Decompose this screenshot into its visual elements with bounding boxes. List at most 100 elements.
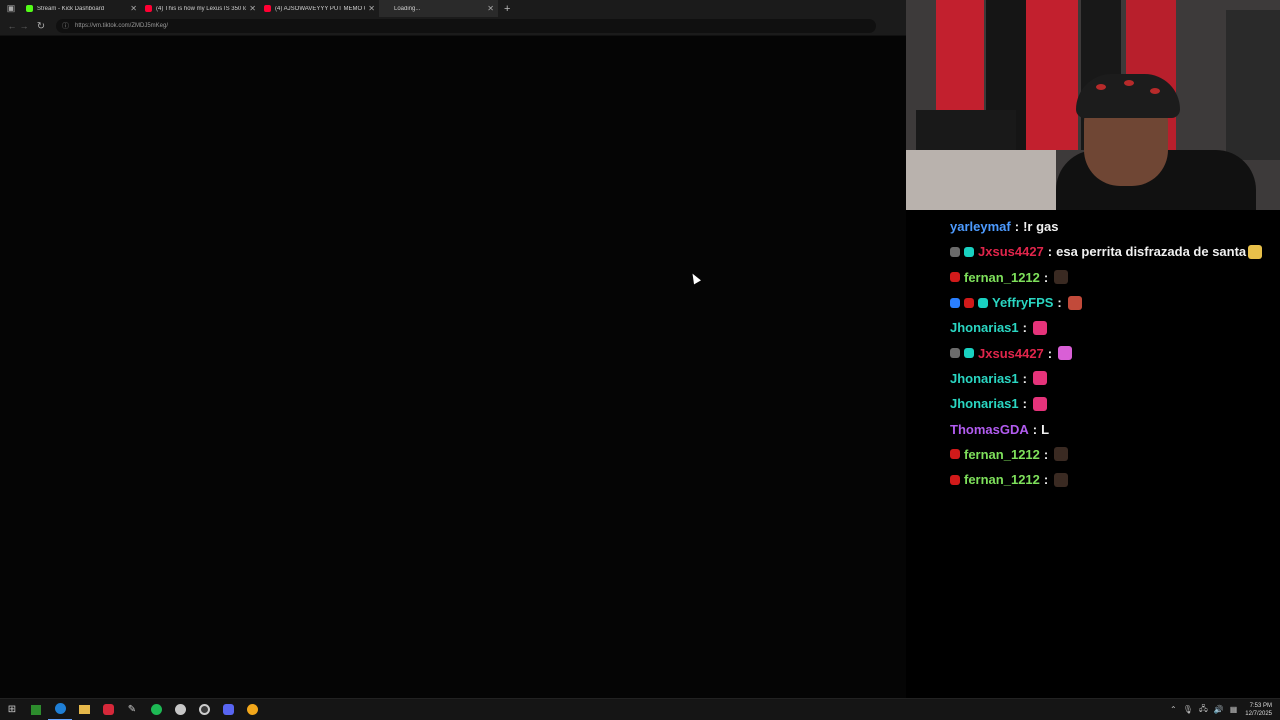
shelf: [916, 110, 1016, 150]
chat-username: ThomasGDA: [950, 421, 1029, 437]
chat-text: L: [1041, 421, 1050, 437]
volume-icon[interactable]: 🔊: [1214, 705, 1224, 714]
chat-separator: :: [1022, 370, 1027, 386]
calendar-icon[interactable]: ▦: [1230, 705, 1238, 714]
red-curtain: [1026, 0, 1078, 150]
chat-username: Jxsus4427: [978, 244, 1044, 260]
window-menu-icon[interactable]: ▣: [0, 0, 22, 17]
tab-kick-dashboard[interactable]: Stream - Kick Dashboard ✕: [22, 0, 141, 17]
chat-separator: :: [1032, 421, 1038, 437]
site-info-icon[interactable]: ⓘ: [62, 21, 69, 31]
chat-username: Jhonarias1: [950, 370, 1019, 386]
chrome-icon[interactable]: [240, 699, 264, 720]
badge-icon: [964, 348, 974, 359]
clothes-rack: [1226, 10, 1280, 160]
emote-icon: [1248, 244, 1263, 259]
browser-toolbar: ← → ↻ ⓘ https://vm.tiktok.com/ZMDJ5mKeg/: [0, 17, 906, 36]
tab-youtube-ajsowaveyyy[interactable]: (4) AJSOWAVEYYY PUT MEMO O ✕: [260, 0, 379, 17]
new-tab-button[interactable]: +: [498, 3, 510, 15]
tab-loading[interactable]: Loading... ✕: [379, 0, 498, 17]
emote-icon: [1054, 447, 1069, 462]
chat-username: Jxsus4427: [978, 345, 1044, 361]
chat-username: fernan_1212: [964, 472, 1040, 488]
chat-message: Jhonarias1:: [950, 366, 1280, 391]
chat-separator: :: [1043, 472, 1049, 488]
chat-text: !r gas: [1023, 219, 1059, 235]
emote-icon: [1058, 346, 1073, 361]
chat-separator: :: [1057, 295, 1062, 311]
chat-overlay: yarleymaf: !r gas Jxsus4427: esa perrita di…: [950, 214, 1280, 492]
edge-icon[interactable]: [48, 699, 72, 720]
youtube-icon: [145, 5, 152, 12]
loading-spinner-icon: [383, 5, 390, 12]
stop-loading-icon[interactable]: ↻: [34, 21, 48, 32]
vivaldi-icon[interactable]: [96, 699, 120, 720]
emote-icon: [1054, 472, 1069, 487]
emote-icon: [1054, 270, 1069, 285]
chat-username: fernan_1212: [964, 446, 1040, 462]
chat-separator: :: [1014, 219, 1020, 235]
bed: [906, 150, 1056, 210]
tab-title: (4) This is how my Lexus IS 350 lo: [156, 5, 247, 12]
chat-text: esa perrita disfrazada de santa: [1056, 244, 1247, 260]
youtube-icon: [264, 5, 271, 12]
chat-message: Jxsus4427:: [950, 340, 1280, 365]
microphone-icon[interactable]: 🎙: [1183, 705, 1193, 714]
tab-title: Stream - Kick Dashboard: [37, 5, 105, 12]
webcam-feed: [906, 0, 1280, 210]
page-viewport[interactable]: [0, 36, 906, 698]
chat-separator: :: [1047, 244, 1053, 260]
kick-icon: [26, 5, 33, 12]
clock-date: 12/7/2025: [1245, 710, 1272, 717]
close-tab-icon[interactable]: ✕: [130, 4, 137, 13]
chat-username: fernan_1212: [964, 269, 1040, 285]
chat-username: YeffryFPS: [992, 295, 1054, 311]
badge-icon: [950, 297, 960, 308]
chat-message: fernan_1212:: [950, 265, 1280, 290]
network-icon[interactable]: 🖧: [1199, 703, 1208, 717]
file-explorer-icon[interactable]: [72, 699, 96, 720]
forward-icon[interactable]: →: [18, 21, 30, 31]
chat-message: yarleymaf: !r gas: [950, 214, 1280, 239]
spotify-icon[interactable]: [144, 699, 168, 720]
steam-icon[interactable]: [168, 699, 192, 720]
chat-separator: :: [1043, 446, 1049, 462]
badge-icon: [950, 474, 960, 485]
tab-title: (4) AJSOWAVEYYY PUT MEMO O: [275, 5, 366, 12]
emote-icon: [1033, 320, 1047, 335]
chat-message: Jxsus4427: esa perrita disfrazada de sant…: [950, 239, 1280, 264]
badge-icon: [964, 297, 974, 308]
chevron-up-icon[interactable]: ⌃: [1170, 705, 1177, 714]
chat-message: Jhonarias1:: [950, 391, 1280, 416]
clock[interactable]: 7:53 PM 12/7/2025: [1245, 702, 1272, 718]
chat-username: Jhonarias1: [950, 396, 1019, 412]
start-icon[interactable]: ⊞: [0, 699, 24, 720]
terminal-icon[interactable]: [24, 699, 48, 720]
obs-icon[interactable]: [192, 699, 216, 720]
close-tab-icon[interactable]: ✕: [249, 4, 256, 13]
emote-icon: [1033, 396, 1047, 411]
badge-icon: [964, 246, 974, 257]
close-tab-icon[interactable]: ✕: [368, 4, 375, 13]
tab-youtube-lexus[interactable]: (4) This is how my Lexus IS 350 lo ✕: [141, 0, 260, 17]
chat-message: Jhonarias1:: [950, 315, 1280, 340]
badge-icon: [950, 272, 960, 283]
chat-username: yarleymaf: [950, 219, 1011, 235]
chat-separator: :: [1022, 396, 1027, 412]
bandana: [1076, 74, 1180, 118]
pen-icon[interactable]: ✎: [120, 699, 144, 720]
chat-message: fernan_1212:: [950, 442, 1280, 467]
chat-message: YeffryFPS:: [950, 290, 1280, 315]
back-icon[interactable]: ←: [6, 21, 18, 31]
close-tab-icon[interactable]: ✕: [487, 4, 494, 13]
tab-title: Loading...: [394, 5, 421, 12]
chat-separator: :: [1047, 345, 1053, 361]
clock-time: 7:53 PM: [1249, 702, 1272, 709]
browser-tab-bar: ▣ Stream - Kick Dashboard ✕ (4) This is …: [0, 0, 906, 17]
chat-message: fernan_1212:: [950, 467, 1280, 492]
system-tray: ⌃ 🎙 🖧 🔊 ▦ 7:53 PM 12/7/2025: [1164, 702, 1280, 718]
chat-username: Jhonarias1: [950, 320, 1019, 336]
address-bar[interactable]: ⓘ https://vm.tiktok.com/ZMDJ5mKeg/: [56, 19, 876, 33]
discord-icon[interactable]: [216, 699, 240, 720]
url-text: https://vm.tiktok.com/ZMDJ5mKeg/: [75, 23, 169, 29]
